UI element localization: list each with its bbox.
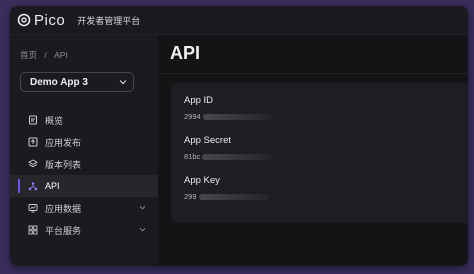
masked-value — [202, 113, 273, 120]
app-selector-value: Demo App 3 — [30, 76, 88, 88]
top-bar: Pico 开发者管理平台 — [10, 6, 468, 35]
app-selector[interactable]: Demo App 3 — [20, 72, 134, 92]
sidebar-item-label: 概览 — [45, 115, 64, 126]
grid-icon — [28, 225, 38, 235]
app-key-label: App Key — [184, 175, 220, 186]
sidebar-item-overview[interactable]: 概览 — [10, 109, 158, 131]
app-secret-label: App Secret — [184, 135, 231, 146]
breadcrumb-home[interactable]: 首页 — [20, 50, 37, 60]
chevron-down-icon[interactable] — [139, 226, 146, 233]
app-secret-visible-text: 81bc — [184, 152, 201, 161]
sidebar-item-label: 平台服务 — [45, 225, 82, 236]
breadcrumb: 首页 / API — [20, 49, 73, 61]
sidebar-item-label: 版本列表 — [45, 159, 82, 170]
masked-value — [202, 153, 273, 160]
app-key-field: App Key 299 — [184, 175, 269, 201]
sidebar-item-services[interactable]: 平台服务 — [10, 219, 158, 241]
sidebar-item-publish[interactable]: 应用发布 — [10, 131, 158, 153]
page-title: API — [170, 43, 201, 63]
network-icon — [28, 181, 38, 191]
sidebar-item-label: API — [45, 181, 60, 191]
document-icon — [28, 115, 38, 125]
masked-value — [198, 193, 269, 200]
sidebar: 首页 / API Demo App 3 概览 应用发布 版本列表 API 应用数… — [10, 35, 158, 266]
layers-icon — [28, 159, 38, 169]
sidebar-nav: 概览 应用发布 版本列表 API 应用数据 平台服务 — [10, 109, 158, 241]
app-id-field: App ID 2994 — [184, 95, 273, 121]
app-secret-value[interactable]: 81bc — [184, 152, 273, 161]
sidebar-item-label: 应用发布 — [45, 137, 82, 148]
app-key-visible-text: 299 — [184, 192, 197, 201]
chevron-down-icon[interactable] — [139, 204, 146, 211]
app-id-value[interactable]: 2994 — [184, 112, 273, 121]
upload-icon — [28, 137, 38, 147]
app-key-value[interactable]: 299 — [184, 192, 269, 201]
portal-title: 开发者管理平台 — [77, 15, 141, 26]
credentials-card: App ID 2994 App Secret 81bc App Key 299 — [171, 83, 468, 223]
sidebar-item-api[interactable]: API — [10, 175, 158, 197]
app-window: Pico 开发者管理平台 首页 / API Demo App 3 概览 应用发布… — [10, 6, 468, 266]
sidebar-item-versions[interactable]: 版本列表 — [10, 153, 158, 175]
pico-logo-icon — [17, 13, 31, 27]
monitor-chart-icon — [28, 203, 38, 213]
sidebar-item-label: 应用数据 — [45, 203, 82, 214]
app-id-visible-text: 2994 — [184, 112, 201, 121]
app-id-label: App ID — [184, 95, 214, 106]
pico-logo[interactable]: Pico — [16, 12, 65, 29]
breadcrumb-separator: / — [44, 50, 47, 60]
app-secret-field: App Secret 81bc — [184, 135, 273, 161]
logo-text: Pico — [34, 11, 66, 29]
chevron-down-icon — [119, 80, 127, 85]
breadcrumb-current: API — [54, 50, 68, 60]
sidebar-item-data[interactable]: 应用数据 — [10, 197, 158, 219]
header-divider — [158, 73, 468, 74]
main-content: API App ID 2994 App Secret 81bc App Key — [158, 35, 468, 266]
